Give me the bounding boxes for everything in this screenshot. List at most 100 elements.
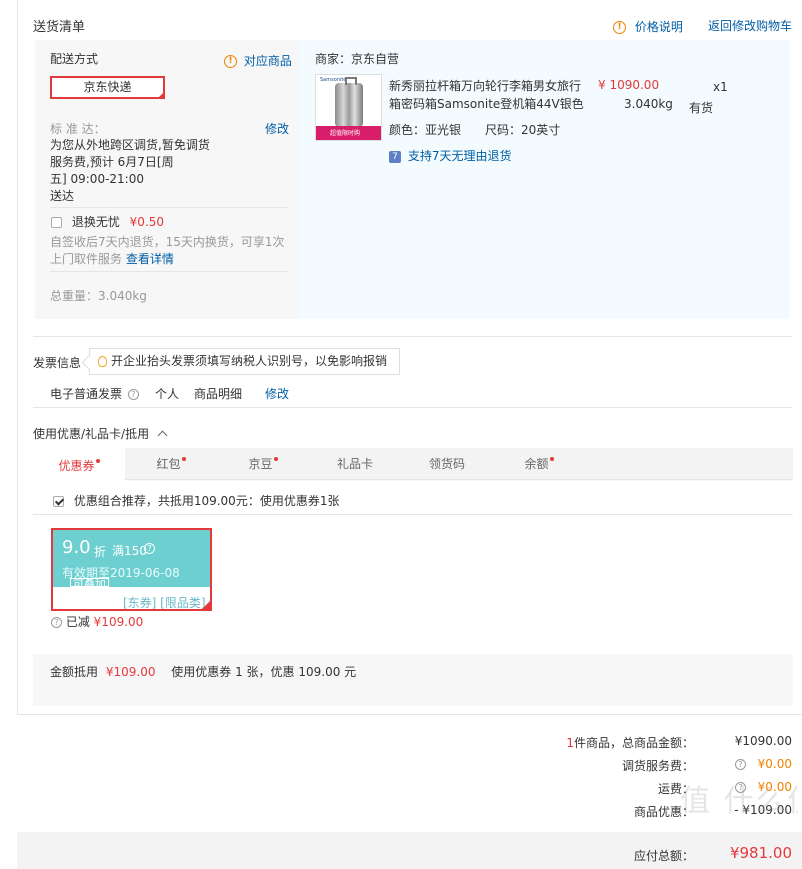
delivery-estimate: 为您从外地跨区调货,暂免调货 服务费,预计 6月7日[周 五] 09:00-21…: [50, 137, 210, 205]
divider: [33, 336, 792, 337]
invoice-label: 发票信息: [33, 356, 82, 370]
payable-amount: ¥981.00: [729, 844, 792, 862]
summary-text: 使用优惠券 1 张，优惠 109.00 元: [171, 665, 357, 679]
delivery-modify-link[interactable]: 修改: [265, 120, 289, 137]
tab-coupons[interactable]: 优惠券: [33, 448, 125, 481]
total-items-row: 1件商品，总商品金额：: [566, 734, 694, 751]
reduced-row: ? 已减 ¥109.00: [51, 613, 143, 630]
invoice-title: 个人: [155, 387, 180, 401]
standard-label: 标 准 达：: [50, 122, 106, 136]
price-explain-label: 价格说明: [634, 20, 683, 34]
coupon-header: 9.0 折 满150 ? 有效期至2019-06-08 可叠加: [53, 530, 210, 587]
delivery-line: 送达: [50, 189, 75, 203]
invoice-modify-link[interactable]: 修改: [265, 385, 289, 402]
worry-free-option[interactable]: 退换无忧 ¥0.50: [51, 213, 164, 230]
worry-free-description: 自签收后7天内退货，15天内换货，可享1次 上门取件服务 查看详情: [50, 234, 285, 268]
delivery-line: 为您从外地跨区调货,暂免调货: [50, 138, 210, 152]
return-policy-icon: 7: [389, 150, 401, 163]
product-size: 尺码：20英寸: [485, 123, 561, 137]
delivery-line: 服务费,预计 6月7日[周: [50, 155, 174, 169]
express-option-jd[interactable]: 京东快递: [50, 76, 165, 99]
worry-free-checkbox[interactable]: [51, 217, 62, 228]
reduced-amount: ¥109.00: [93, 615, 144, 629]
coupon-section-title: 使用优惠/礼品卡/抵用: [33, 427, 150, 441]
product-image[interactable]: Samsonite 超值限时购: [315, 74, 382, 141]
shipping-method-label: 配送方式: [50, 52, 99, 66]
invoice-tip: 开企业抬头发票须填写纳税人识别号，以免影响报销: [89, 348, 400, 375]
price-explain-link[interactable]: ! 价格说明: [613, 18, 683, 35]
product-name[interactable]: 新秀丽拉杆箱万向轮行李箱男女旅行 箱密码箱Samsonite登机箱44V银色: [389, 77, 584, 113]
product-name-line: 新秀丽拉杆箱万向轮行李箱男女旅行: [389, 79, 582, 93]
items-label: 件商品，总商品金额：: [573, 736, 694, 750]
delivery-line: 五] 09:00-21:00: [50, 172, 144, 186]
item-count: 1: [566, 736, 574, 750]
invoice-type: 电子普通发票 ?: [50, 385, 139, 402]
coupon-tags: [东券] [限品类]: [123, 596, 206, 610]
match-goods-link[interactable]: ! 对应商品: [224, 52, 292, 69]
summary-amount: ¥109.00: [105, 665, 156, 679]
product-name-line: 箱密码箱Samsonite登机箱44V银色: [389, 97, 584, 111]
divider: [33, 407, 792, 408]
product-weight: 3.040kg: [624, 97, 673, 111]
reduced-label: 已减: [65, 615, 90, 629]
invoice-tip-text: 开企业抬头发票须填写纳税人识别号，以免影响报销: [111, 354, 388, 368]
recommend-option[interactable]: 优惠组合推荐，共抵用109.00元：使用优惠券1张: [53, 492, 339, 509]
help-icon[interactable]: ?: [735, 759, 746, 770]
info-icon: !: [224, 55, 237, 68]
help-icon[interactable]: ?: [144, 543, 155, 554]
tab-label: 优惠券: [58, 459, 95, 473]
tab-pickup-code[interactable]: 领货码: [401, 448, 493, 481]
back-to-cart-link[interactable]: 返回修改购物车: [708, 17, 792, 34]
promo-text: 超值限时购: [330, 130, 361, 137]
match-goods-label: 对应商品: [243, 54, 292, 68]
selected-corner-icon: [200, 599, 212, 611]
total-weight: 总重量：3.040kg: [50, 289, 147, 303]
return-policy: 7 支持7天无理由退货: [389, 147, 511, 164]
invoice-type-label: 电子普通发票: [50, 387, 123, 401]
product-qty: x1: [713, 80, 728, 94]
tab-red-packet[interactable]: 红包: [125, 448, 217, 481]
invoice-content: 商品明细: [194, 387, 243, 401]
info-icon: !: [613, 21, 626, 34]
coupon-card[interactable]: 9.0 折 满150 ? 有效期至2019-06-08 可叠加 [东券] [限品…: [51, 528, 212, 611]
transfer-fee-amount: ¥0.00: [757, 757, 792, 771]
recommend-checkbox[interactable]: [53, 496, 64, 507]
lightbulb-icon: [98, 356, 107, 367]
coupon-summary: 金额抵用 ¥109.00 使用优惠券 1 张，优惠 109.00 元: [50, 663, 356, 680]
stackable-badge: 可叠加: [70, 578, 109, 587]
watermark: 值 什么值得买 smzdm.com: [680, 784, 798, 819]
payable-label: 应付总额：: [633, 849, 694, 863]
suitcase-icon: [335, 77, 363, 127]
dot-icon: [95, 459, 100, 463]
left-border: [17, 0, 18, 714]
product-price: ¥ 1090.00: [598, 78, 660, 92]
selected-corner-icon: [157, 91, 165, 99]
dot-icon: [549, 457, 554, 461]
tab-label: 红包: [156, 457, 181, 471]
worry-free-desc-line: 上门取件服务: [50, 252, 123, 266]
seller-label: 商家：京东自营: [315, 52, 400, 66]
coupon-discount: 9.0: [62, 537, 91, 558]
promo-band: 超值限时购: [316, 126, 381, 140]
help-icon[interactable]: ?: [51, 617, 62, 628]
dot-icon: [273, 457, 278, 461]
tab-label: 京豆: [248, 457, 273, 471]
tab-jd-beans[interactable]: 京豆: [217, 448, 309, 481]
dot-icon: [181, 457, 186, 461]
tab-label: 余额: [524, 457, 549, 471]
worry-free-price: ¥0.50: [129, 215, 165, 229]
stock-status: 有货: [689, 101, 714, 115]
chevron-up-icon: [157, 430, 168, 441]
return-policy-text: 支持7天无理由退货: [407, 149, 512, 163]
help-icon[interactable]: ?: [127, 389, 139, 400]
coupon-section-toggle[interactable]: 使用优惠/礼品卡/抵用: [33, 425, 168, 442]
tab-label: 礼品卡: [336, 457, 373, 471]
recommend-text: 优惠组合推荐，共抵用109.00元：使用优惠券1张: [73, 494, 340, 508]
tab-balance[interactable]: 余额: [493, 448, 585, 481]
divider: [50, 271, 289, 272]
tab-gift-card[interactable]: 礼品卡: [309, 448, 401, 481]
view-details-link[interactable]: 查看详情: [126, 252, 174, 266]
product-color: 颜色：亚光银: [389, 123, 462, 137]
coupon-unit: 折: [94, 545, 107, 559]
tab-label: 领货码: [428, 457, 465, 471]
